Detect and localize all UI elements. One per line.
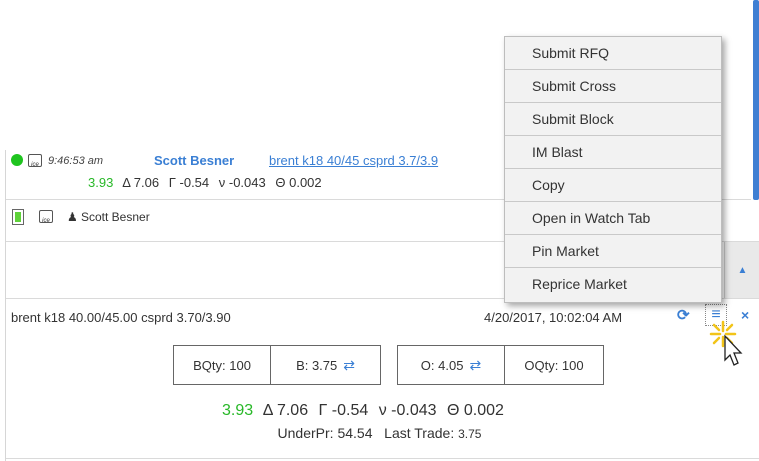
ice-icon: ice bbox=[39, 210, 53, 223]
offer-quantity-label: OQty: 100 bbox=[524, 357, 584, 373]
refresh-icon[interactable]: ⟳ bbox=[677, 306, 690, 324]
market-delta: Δ 7.06 bbox=[262, 402, 309, 419]
menu-item-open-in-watch-tab[interactable]: Open in Watch Tab bbox=[505, 202, 721, 235]
last-trade-value: 3.75 bbox=[458, 427, 482, 441]
message-sender[interactable]: Scott Besner bbox=[154, 153, 234, 168]
menu-item-im-blast[interactable]: IM Blast bbox=[505, 136, 721, 169]
bid-box: BQty: 100 B: 3.75 ⇄ bbox=[173, 345, 381, 385]
underlying-info: UnderPr: 54.54 Last Trade: 3.75 bbox=[0, 425, 759, 441]
offer-price-button[interactable]: O: 4.05 ⇄ bbox=[398, 346, 505, 384]
menu-item-reprice-market[interactable]: Reprice Market bbox=[505, 268, 721, 301]
context-menu: Submit RFQ Submit Cross Submit Block IM … bbox=[504, 36, 722, 303]
under-value: 54.54 bbox=[337, 425, 373, 441]
market-greeks: 3.93 Δ 7.06 Γ -0.54 ν -0.043 Θ 0.002 bbox=[222, 402, 510, 420]
participant-name: Scott Besner bbox=[81, 210, 150, 224]
message-vega: ν -0.043 bbox=[218, 175, 266, 190]
offer-price-label: O: 4.05 bbox=[420, 357, 464, 373]
bid-quantity[interactable]: BQty: 100 bbox=[174, 346, 272, 384]
status-bar-icon bbox=[12, 209, 24, 225]
menu-item-submit-block[interactable]: Submit Block bbox=[505, 103, 721, 136]
menu-item-submit-cross[interactable]: Submit Cross bbox=[505, 70, 721, 103]
menu-item-copy[interactable]: Copy bbox=[505, 169, 721, 202]
offer-box: O: 4.05 ⇄ OQty: 100 bbox=[397, 345, 604, 385]
market-price: 3.93 bbox=[222, 402, 254, 419]
under-label: UnderPr: bbox=[277, 425, 334, 441]
message-greeks: 3.93 Δ 7.06 Γ -0.54 ν -0.043 Θ 0.002 bbox=[88, 175, 328, 190]
message-price: 3.93 bbox=[88, 175, 114, 190]
message-gamma: Γ -0.54 bbox=[168, 175, 210, 190]
market-timestamp: 4/20/2017, 10:02:04 AM bbox=[484, 310, 623, 325]
bid-quantity-label: BQty: 100 bbox=[193, 357, 251, 373]
menu-item-pin-market[interactable]: Pin Market bbox=[505, 235, 721, 268]
message-theta: Θ 0.002 bbox=[275, 175, 322, 190]
offer-quantity[interactable]: OQty: 100 bbox=[505, 346, 603, 384]
scrollbar-thumb[interactable] bbox=[753, 0, 759, 200]
panel-left-border bbox=[5, 150, 6, 461]
last-trade-label: Last Trade: bbox=[384, 425, 455, 441]
market-link[interactable]: brent k18 40/45 csprd 3.7/3.9 bbox=[269, 153, 438, 168]
scroll-up-button[interactable]: ▲ bbox=[724, 242, 759, 298]
swap-icon: ⇄ bbox=[343, 356, 355, 373]
pointer-cursor-icon bbox=[709, 320, 743, 366]
swap-icon: ⇄ bbox=[469, 356, 482, 373]
bid-price-button[interactable]: B: 3.75 ⇄ bbox=[271, 346, 380, 384]
message-time: 9:46:53 am bbox=[48, 155, 104, 167]
market-vega: ν -0.043 bbox=[378, 402, 437, 419]
user-icon: ♟ bbox=[67, 210, 78, 224]
menu-item-submit-rfq[interactable]: Submit RFQ bbox=[505, 37, 721, 70]
market-gamma: Γ -0.54 bbox=[318, 402, 369, 419]
ice-icon: ice bbox=[28, 154, 42, 167]
bid-price-label: B: 3.75 bbox=[296, 357, 338, 373]
caret-up-icon: ▲ bbox=[737, 264, 748, 276]
market-title: brent k18 40.00/45.00 csprd 3.70/3.90 bbox=[11, 310, 231, 325]
message-delta: Δ 7.06 bbox=[122, 175, 160, 190]
divider bbox=[6, 458, 759, 459]
online-status-icon bbox=[11, 154, 23, 166]
market-theta: Θ 0.002 bbox=[447, 402, 504, 419]
